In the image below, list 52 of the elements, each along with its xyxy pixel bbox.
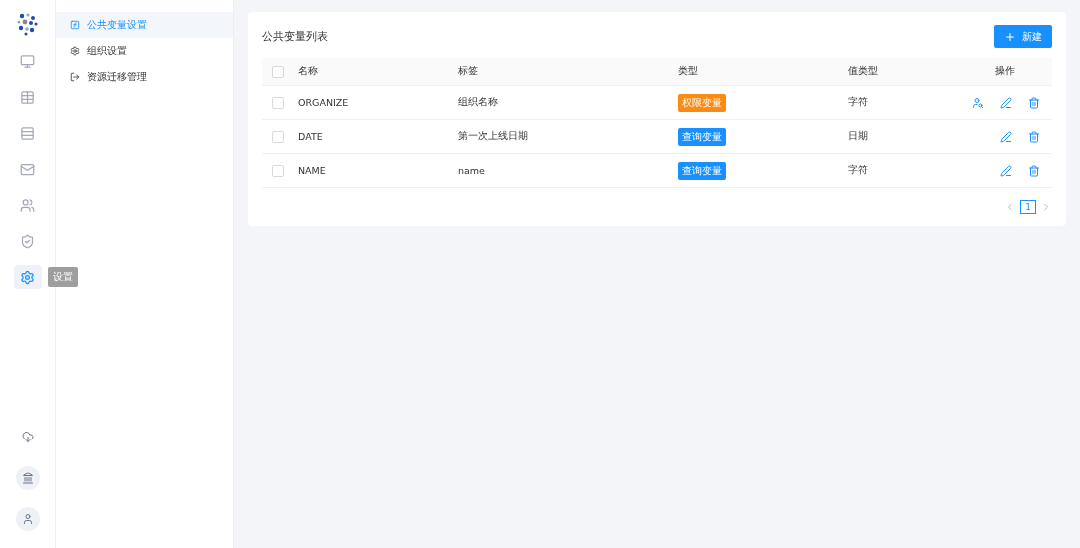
delete-icon[interactable] <box>1028 164 1040 177</box>
table-cell-text: 字符 <box>848 96 869 109</box>
table-cell-text: name <box>458 165 486 176</box>
user-icon <box>21 513 34 525</box>
rows-icon <box>20 125 35 141</box>
column-header: 标签 <box>458 65 479 78</box>
edit-icon[interactable] <box>1000 164 1012 177</box>
type-tag: 查询变量 <box>678 161 726 180</box>
table-cell-text: DATE <box>298 131 324 142</box>
table-cell-text: 第一次上线日期 <box>458 130 529 143</box>
column-header: 操作 <box>994 65 1016 78</box>
user-button[interactable] <box>15 507 40 531</box>
users-icon <box>20 197 35 213</box>
card-title: 公共变量列表 <box>262 29 328 44</box>
table-cell-text: 字符 <box>848 164 869 177</box>
column-header: 类型 <box>678 65 699 78</box>
gear-icon <box>70 46 80 56</box>
page-button[interactable]: 1 <box>1020 200 1036 214</box>
menu-item[interactable]: 资源迁移管理 <box>56 64 233 90</box>
logo-icon <box>15 12 40 37</box>
monitor-icon <box>20 53 35 69</box>
user-search-icon[interactable] <box>972 96 984 109</box>
checkbox[interactable] <box>272 96 284 109</box>
edit-icon[interactable] <box>1000 96 1012 109</box>
shield-icon <box>20 233 35 249</box>
bank-icon <box>21 472 34 484</box>
menu-item[interactable]: 公共变量设置 <box>56 12 233 38</box>
mail-icon <box>20 161 35 177</box>
type-tag: 权限变量 <box>678 93 726 112</box>
table-cell-text: 组织名称 <box>458 96 499 109</box>
delete-icon[interactable] <box>1028 130 1040 143</box>
delete-icon[interactable] <box>1028 96 1040 109</box>
function-icon <box>70 20 80 30</box>
table-cell-text: ORGANIZE <box>298 97 350 108</box>
table-cell-text: 日期 <box>848 130 869 143</box>
checkbox[interactable] <box>272 130 284 143</box>
settings-icon <box>20 269 35 285</box>
cloud-icon <box>21 431 34 443</box>
bank-button[interactable] <box>15 466 40 490</box>
exit-icon <box>70 72 80 82</box>
edit-icon[interactable] <box>1000 130 1012 143</box>
table-cell-text: NAME <box>298 165 327 176</box>
type-tag: 查询变量 <box>678 127 726 146</box>
menu-item[interactable]: 组织设置 <box>56 38 233 64</box>
column-header: 名称 <box>298 65 319 78</box>
checkbox[interactable] <box>272 65 284 78</box>
checkbox[interactable] <box>272 164 284 177</box>
new-button[interactable]: 新建 <box>994 25 1052 48</box>
tooltip: 设置 <box>47 267 78 287</box>
table-icon <box>20 89 35 105</box>
plus-icon <box>1004 30 1016 43</box>
column-header: 值类型 <box>848 65 879 78</box>
